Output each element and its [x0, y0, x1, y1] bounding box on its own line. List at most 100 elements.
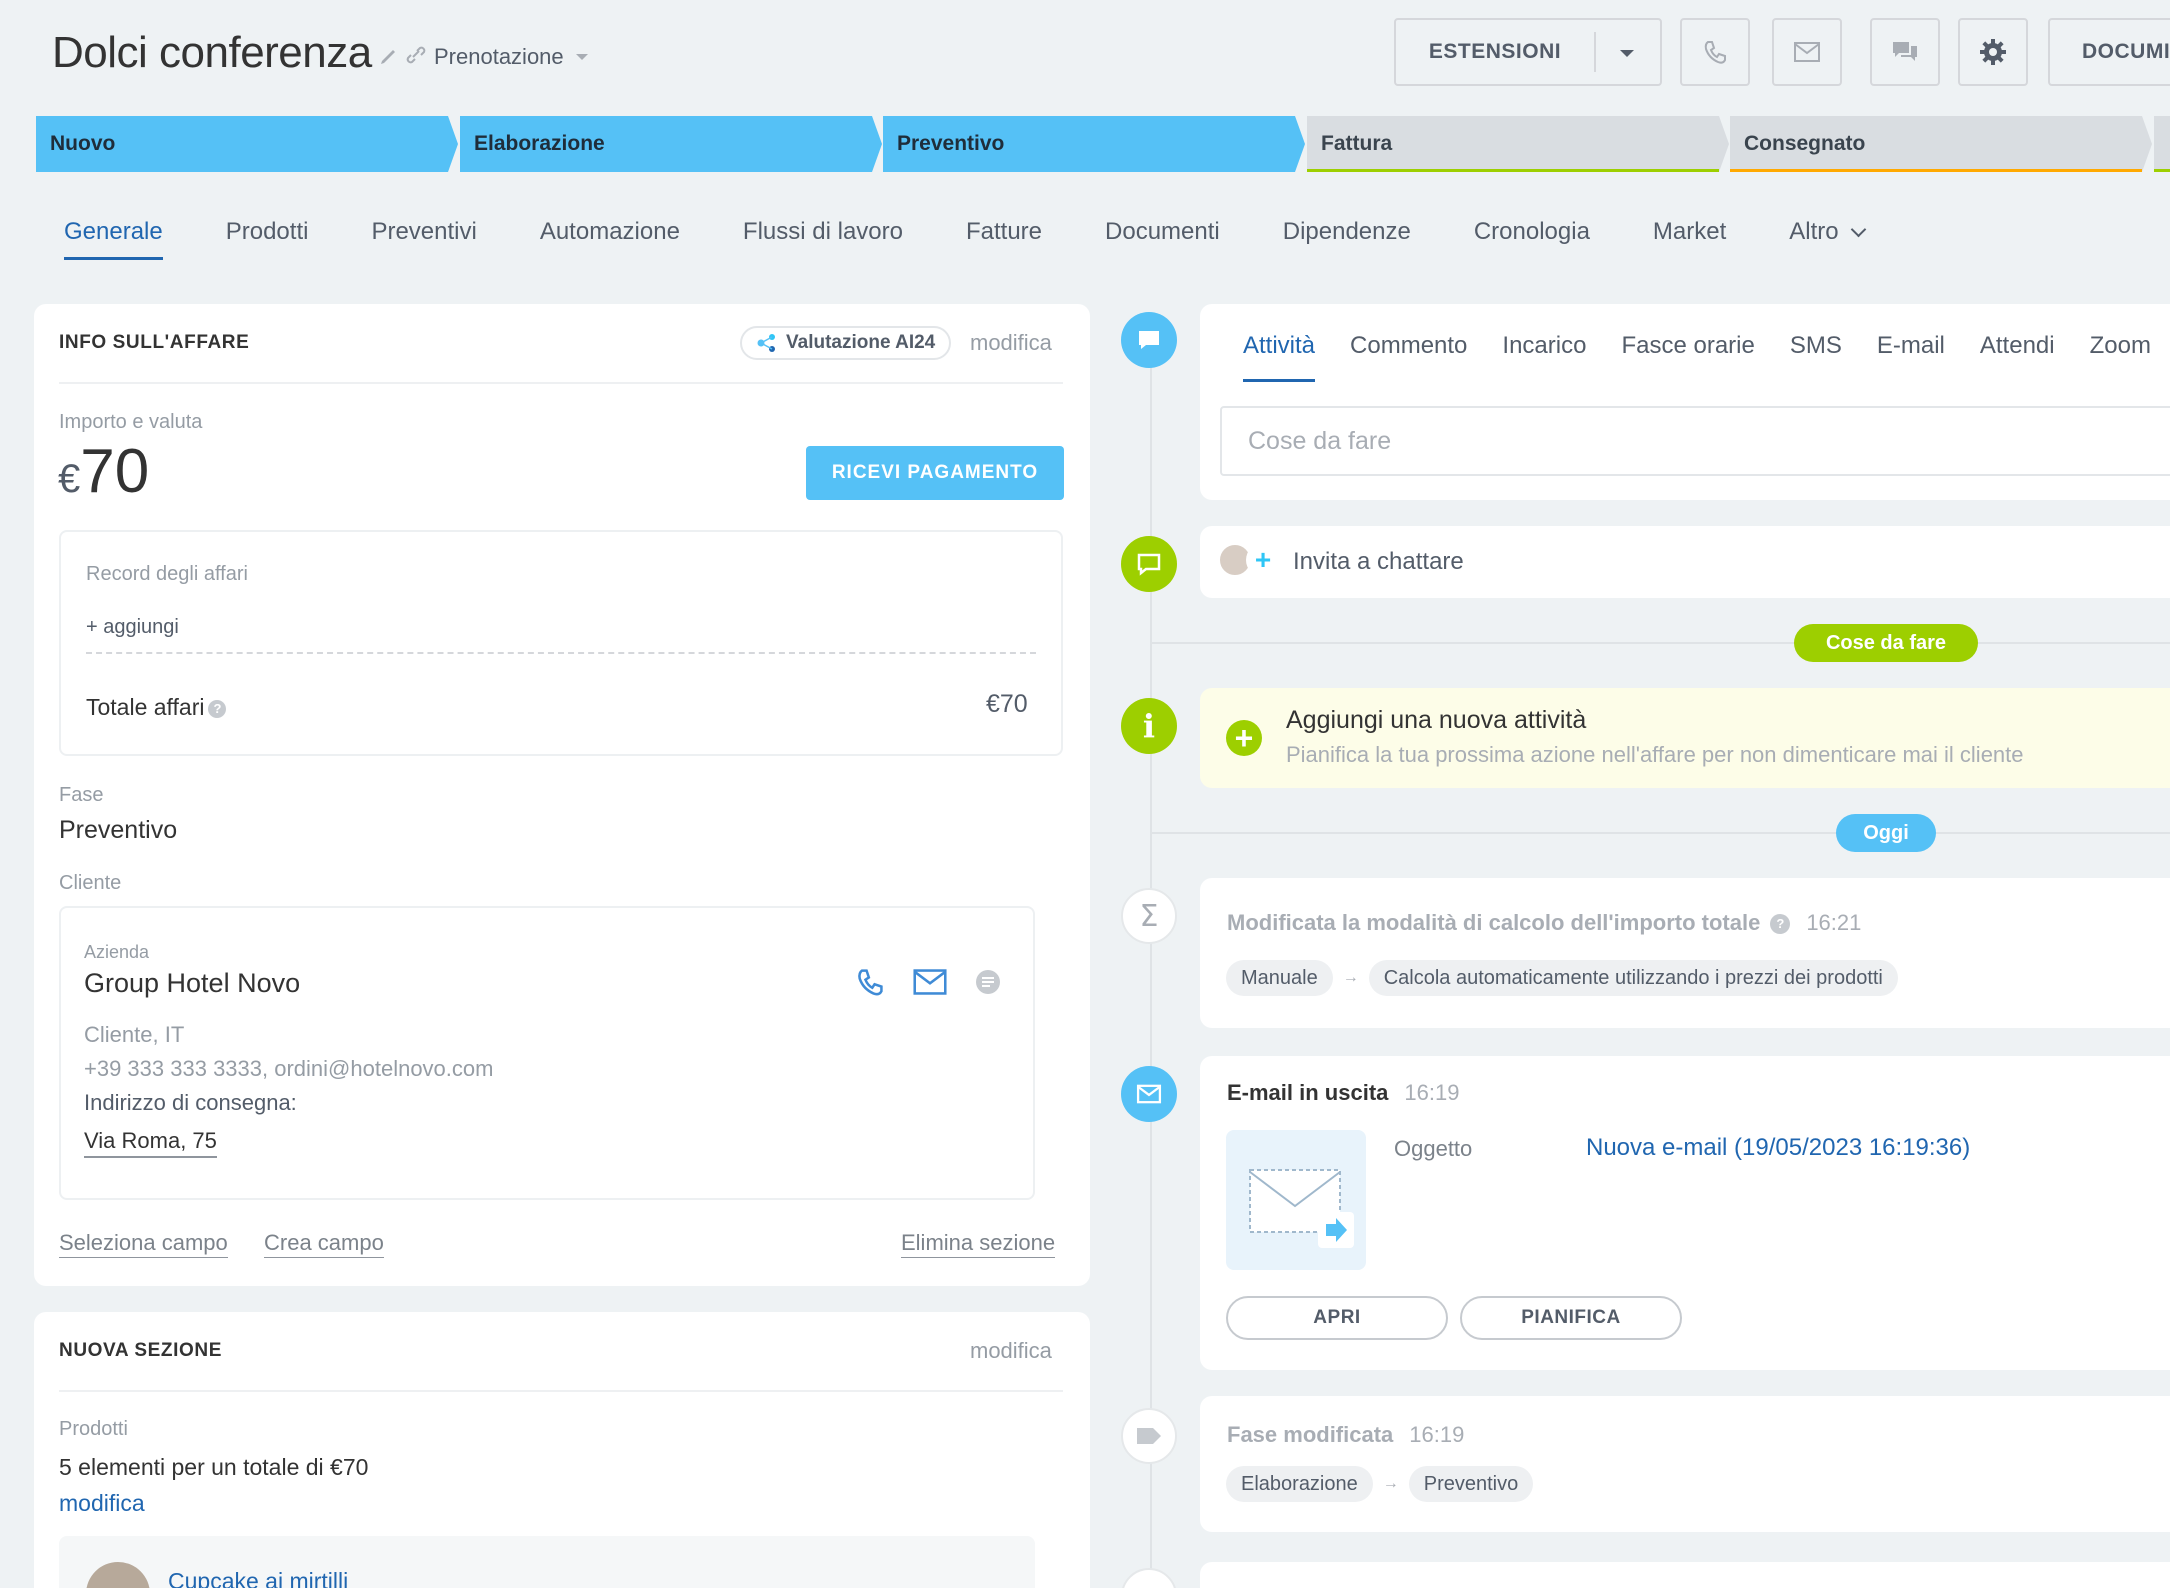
tab-altro[interactable]: Altro — [1789, 218, 1866, 246]
tab-cronologia[interactable]: Cronologia — [1474, 218, 1590, 246]
calc-change-card — [1200, 878, 2170, 1028]
envelope-icon — [1249, 1169, 1354, 1248]
currency-symbol: € — [58, 457, 81, 501]
invite-chat-label[interactable]: Invita a chattare — [1293, 548, 1464, 576]
stage-change-chips: Elaborazione → Preventivo — [1226, 1466, 1534, 1502]
link-icon[interactable] — [404, 44, 428, 66]
schedule-email-button[interactable]: PIANIFICA — [1460, 1296, 1682, 1340]
activity-tab-incarico[interactable]: Incarico — [1502, 332, 1586, 360]
tab-market[interactable]: Market — [1653, 218, 1726, 246]
pencil-icon[interactable] — [378, 44, 400, 66]
products-edit-link[interactable]: modifica — [59, 1490, 145, 1517]
stage-fattura[interactable]: Fattura — [1307, 116, 1729, 172]
stage-change-title-row: Fase modificata 16:19 — [1227, 1422, 1464, 1448]
category-selector[interactable]: Prenotazione — [434, 44, 588, 70]
new-section-title: NUOVA SEZIONE — [59, 1340, 222, 1361]
dashed-divider — [86, 652, 1036, 654]
products-summary: 5 elementi per un totale di €70 — [59, 1454, 369, 1480]
new-activity-card[interactable] — [1200, 688, 2170, 788]
email-subject-link[interactable]: Nuova e-mail (19/05/2023 16:19:36) — [1586, 1134, 1970, 1162]
arrow-right-icon: → — [1382, 1475, 1399, 1492]
new-activity-subtitle: Pianifica la tua prossima azione nell'af… — [1286, 742, 2024, 767]
new-activity-title[interactable]: Aggiungi una nuova attività — [1286, 706, 1586, 735]
tab-generale[interactable]: Generale — [64, 218, 163, 260]
create-field-link[interactable]: Crea campo — [264, 1230, 384, 1258]
tab-fatture[interactable]: Fatture — [966, 218, 1042, 246]
activity-tab-commento[interactable]: Commento — [1350, 332, 1467, 360]
stage-arrow — [2142, 116, 2152, 172]
email-time: 16:19 — [1404, 1080, 1460, 1105]
open-email-button[interactable]: APRI — [1226, 1296, 1448, 1340]
activity-tab-attendi[interactable]: Attendi — [1980, 332, 2055, 360]
receive-payment-button[interactable]: RICEVI PAGAMENTO — [806, 446, 1064, 500]
tab-bar: Generale Prodotti Preventivi Automazione… — [64, 218, 1927, 260]
company-name[interactable]: Group Hotel Novo — [84, 968, 300, 999]
select-field-link[interactable]: Seleziona campo — [59, 1230, 228, 1258]
tag-icon — [1121, 1408, 1177, 1464]
ai-score-badge[interactable]: Valutazione AI24 — [740, 326, 952, 360]
todo-input[interactable]: Cose da fare — [1220, 406, 2170, 476]
stage-consegnato[interactable]: Consegnato — [1730, 116, 2152, 172]
calc-change-title-text: Modificata la modalità di calcolo dell'i… — [1227, 910, 1761, 935]
amount-label: Importo e valuta — [59, 411, 203, 433]
chat-button[interactable] — [1870, 18, 1940, 86]
stage-change-title: Fase modificata — [1227, 1422, 1394, 1447]
address-label: Indirizzo di consegna: — [84, 1090, 297, 1115]
activity-tab-attivita[interactable]: Attività — [1243, 332, 1316, 382]
tab-dipendenze[interactable]: Dipendenze — [1283, 218, 1411, 246]
documents-button[interactable]: DOCUMI — [2048, 18, 2170, 86]
divider — [1594, 32, 1596, 72]
stage-label: Fattura — [1321, 132, 1393, 155]
delete-section-link[interactable]: Elimina sezione — [901, 1230, 1056, 1258]
to-chip: Calcola automaticamente utilizzando i pr… — [1368, 960, 1898, 996]
stage-arrow — [1295, 116, 1305, 172]
mail-button[interactable] — [1772, 18, 1842, 86]
arrow-right-icon: → — [1342, 969, 1359, 986]
product-name-link[interactable]: Cupcake ai mirtilli — [168, 1568, 348, 1588]
settings-button[interactable] — [1958, 18, 2028, 86]
mail-icon[interactable] — [912, 968, 948, 996]
chat-bubble-icon[interactable] — [974, 968, 1002, 996]
activity-tab-fasce[interactable]: Fasce orarie — [1621, 332, 1754, 360]
divider — [59, 1390, 1063, 1392]
comment-icon — [1121, 312, 1177, 368]
stage-nuovo[interactable]: Nuovo — [36, 116, 458, 172]
add-record-link[interactable]: + aggiungi — [86, 616, 179, 639]
address-value[interactable]: Via Roma, 75 — [84, 1128, 217, 1158]
chevron-down-icon[interactable] — [1620, 50, 1634, 57]
email-thumbnail[interactable] — [1226, 1130, 1366, 1270]
help-icon[interactable]: ? — [208, 699, 227, 718]
stage-arrow — [448, 116, 458, 172]
tab-prodotti[interactable]: Prodotti — [226, 218, 309, 246]
phone-button[interactable] — [1680, 18, 1750, 86]
ai-icon — [757, 334, 775, 352]
phone-icon — [1704, 41, 1726, 64]
tab-flussi[interactable]: Flussi di lavoro — [743, 218, 903, 246]
activity-tab-email[interactable]: E-mail — [1877, 332, 1945, 360]
phone-icon[interactable] — [854, 966, 886, 998]
activity-tab-sms[interactable]: SMS — [1790, 332, 1842, 360]
stage-label: Consegnato — [1744, 132, 1866, 155]
stage-elaborazione[interactable]: Elaborazione — [460, 116, 882, 172]
total-label-wrap: Totale affari? — [86, 694, 227, 721]
stage-next[interactable] — [2154, 116, 2170, 172]
edit-link[interactable]: modifica — [970, 1338, 1052, 1364]
stage-preventivo[interactable]: Preventivo — [883, 116, 1305, 172]
add-activity-icon[interactable]: + — [1226, 720, 1262, 756]
category-label: Prenotazione — [434, 44, 564, 69]
gear-icon — [1980, 39, 2006, 65]
activity-tab-zoom[interactable]: Zoom — [2090, 332, 2151, 360]
extensions-button[interactable]: ESTENSIONI — [1394, 18, 1662, 86]
total-label: Totale affari — [86, 694, 205, 720]
client-contacts: +39 333 333 3333, ordini@hotelnovo.com — [84, 1056, 494, 1081]
tab-preventivi[interactable]: Preventivi — [371, 218, 476, 246]
chat-icon — [1121, 536, 1177, 592]
tab-documenti[interactable]: Documenti — [1105, 218, 1220, 246]
stage-label: Nuovo — [50, 132, 116, 155]
todo-pill: Cose da fare — [1794, 624, 1978, 662]
stage-field-value: Preventivo — [59, 816, 178, 844]
tab-automazione[interactable]: Automazione — [540, 218, 680, 246]
help-icon[interactable]: ? — [1770, 914, 1791, 935]
add-user-icon[interactable]: + — [1246, 543, 1280, 577]
edit-link[interactable]: modifica — [970, 330, 1052, 356]
